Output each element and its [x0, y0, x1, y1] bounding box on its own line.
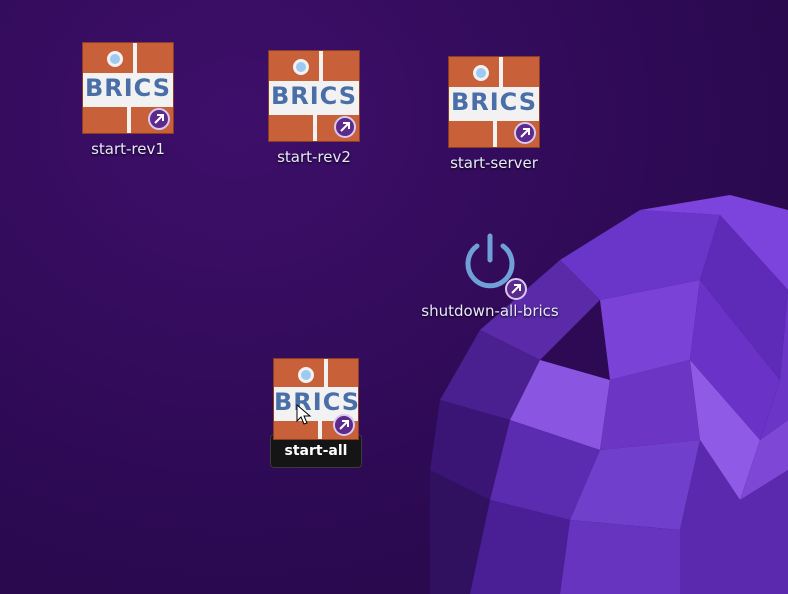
- shortcut-arrow-icon: [514, 122, 536, 144]
- brics-logo-icon: BRICS: [273, 358, 359, 440]
- desktop-icon-label: start-server: [450, 154, 538, 172]
- shortcut-arrow-icon: [333, 414, 355, 436]
- desktop-icon-label: start-rev2: [277, 148, 351, 166]
- shortcut-arrow-icon: [148, 108, 170, 130]
- mouse-cursor-icon: [296, 404, 312, 425]
- desktop-icon-start-rev2[interactable]: BRICS start-rev2: [244, 50, 384, 168]
- desktop-icon-label: shutdown-all-brics: [421, 302, 559, 320]
- power-icon: [455, 226, 527, 300]
- shortcut-arrow-icon: [505, 278, 527, 300]
- shortcut-arrow-icon: [334, 116, 356, 138]
- brics-logo-icon: BRICS: [448, 56, 540, 148]
- desktop-icon-label: start-rev1: [91, 140, 165, 158]
- desktop-icon-start-server[interactable]: BRICS start-server: [424, 56, 564, 174]
- brics-logo-icon: BRICS: [82, 42, 174, 134]
- desktop-icon-shutdown-all-brics[interactable]: shutdown-all-brics: [410, 226, 570, 322]
- brics-logo-icon: BRICS: [268, 50, 360, 142]
- desktop-icon-start-all[interactable]: BRICS start-all: [246, 358, 386, 468]
- desktop-icon-start-rev1[interactable]: BRICS start-rev1: [58, 42, 198, 160]
